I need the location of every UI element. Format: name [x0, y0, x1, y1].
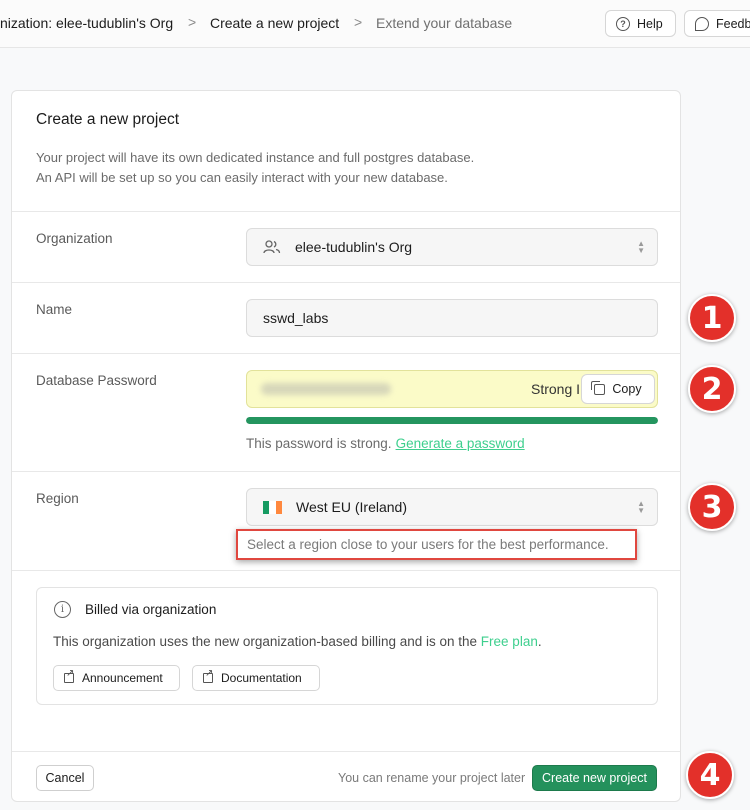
breadcrumb-organization[interactable]: nization: elee-tudublin's Org — [0, 15, 173, 31]
feedback-button[interactable]: Feedb — [684, 10, 750, 37]
breadcrumb-separator: > — [354, 14, 363, 30]
password-note-text: This password is strong. — [246, 436, 392, 451]
divider — [12, 353, 680, 354]
help-icon: ? — [616, 16, 630, 31]
divider — [12, 211, 680, 212]
name-label: Name — [36, 302, 73, 317]
help-button[interactable]: ? Help — [605, 10, 676, 37]
billing-panel: i Billed via organization This organizat… — [36, 587, 658, 705]
divider — [12, 751, 680, 752]
divider — [12, 471, 680, 472]
breadcrumb-extend-database[interactable]: Extend your database — [376, 15, 512, 31]
users-icon — [263, 240, 281, 254]
external-link-icon — [203, 668, 213, 683]
documentation-button[interactable]: Documentation — [192, 665, 320, 691]
divider — [12, 282, 680, 283]
region-hint-highlight: Select a region close to your users for … — [236, 529, 637, 560]
step-marker-3: 3 — [688, 483, 736, 531]
password-value-blurred — [261, 383, 391, 395]
copy-icon — [591, 380, 606, 395]
cancel-button[interactable]: Cancel — [36, 765, 94, 791]
ireland-flag-icon — [263, 500, 282, 514]
step-marker-2: 2 — [688, 365, 736, 413]
rename-note: You can rename your project later — [338, 771, 526, 785]
divider — [12, 570, 680, 571]
card-description: Your project will have its own dedicated… — [36, 148, 474, 188]
organization-label: Organization — [36, 231, 113, 246]
generate-password-link[interactable]: Generate a password — [396, 436, 525, 451]
chevron-updown-icon: ▲ ▼ — [637, 499, 645, 515]
password-strength-bar — [246, 417, 658, 424]
announcement-label: Announcement — [82, 671, 163, 685]
create-project-button[interactable]: Create new project — [532, 765, 657, 791]
password-note: This password is strong. Generate a passw… — [246, 436, 525, 451]
copy-password-button[interactable]: Copy — [581, 374, 655, 404]
project-name-value: sswd_labs — [263, 310, 329, 326]
password-strength-fill — [246, 417, 658, 424]
announcement-button[interactable]: Announcement — [53, 665, 180, 691]
create-project-card: Create a new project Your project will h… — [11, 90, 681, 802]
region-hint-text: Select a region close to your users for … — [247, 537, 609, 552]
organization-value: elee-tudublin's Org — [295, 239, 413, 255]
top-bar: nization: elee-tudublin's Org > Create a… — [0, 0, 750, 48]
chat-icon — [695, 16, 709, 31]
step-marker-4: 4 — [686, 751, 734, 799]
region-value: West EU (Ireland) — [296, 499, 407, 515]
region-label: Region — [36, 491, 79, 506]
info-icon: i — [54, 601, 71, 618]
organization-select[interactable]: elee-tudublin's Org ▲ ▼ — [246, 228, 658, 266]
chevron-updown-icon: ▲ ▼ — [637, 239, 645, 255]
password-strength-text: Strong I — [531, 381, 581, 397]
breadcrumb-separator: > — [188, 14, 197, 30]
step-marker-1: 1 — [688, 294, 736, 342]
billing-title: Billed via organization — [85, 602, 217, 617]
copy-label: Copy — [612, 382, 642, 396]
database-password-label: Database Password — [36, 373, 157, 388]
external-link-icon — [64, 668, 74, 683]
project-name-input[interactable]: sswd_labs — [246, 299, 658, 337]
help-label: Help — [637, 16, 663, 31]
billing-text: This organization uses the new organizat… — [53, 634, 542, 649]
region-select[interactable]: West EU (Ireland) ▲ ▼ — [246, 488, 658, 526]
billing-description: This organization uses the new organizat… — [53, 634, 478, 649]
billing-suffix: . — [537, 634, 542, 649]
description-line: Your project will have its own dedicated… — [36, 150, 475, 165]
feedback-label: Feedb — [716, 16, 750, 31]
description-line: An API will be set up so you can easily … — [36, 170, 448, 185]
documentation-label: Documentation — [221, 671, 302, 685]
database-password-input[interactable]: Strong I Copy — [246, 370, 658, 408]
breadcrumb-create-project[interactable]: Create a new project — [210, 15, 339, 31]
card-title: Create a new project — [36, 111, 180, 128]
free-plan-link[interactable]: Free plan — [481, 634, 538, 649]
